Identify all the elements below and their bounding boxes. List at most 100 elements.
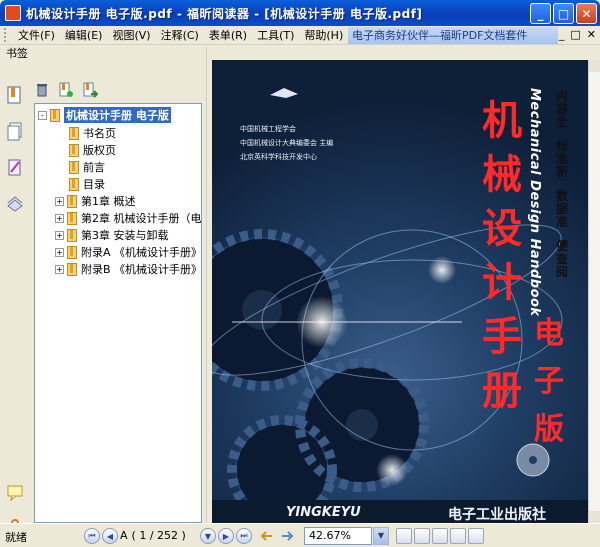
window-title: 机械设计手册 电子版.pdf - 福昕阅读器 - [机械设计手册 电子版.pdf… (26, 6, 423, 21)
document-header (212, 46, 600, 60)
publisher-line: 中国机械工程学会 (240, 125, 296, 133)
tree-item-label: 前言 (83, 161, 105, 174)
tree-item[interactable]: 目录 (69, 176, 105, 192)
bookmark-icon (67, 211, 77, 225)
tree-item[interactable]: + 附录A 《机械设计手册》 (55, 244, 202, 260)
zoom-in-icon[interactable] (468, 528, 484, 544)
maximize-button[interactable]: □ (553, 3, 574, 24)
tree-item-label: 附录A 《机械设计手册》 (81, 246, 202, 259)
tree-item[interactable]: 前言 (69, 159, 105, 175)
english-title: Mechanical Design Handbook (527, 88, 542, 317)
scroll-down-icon[interactable] (589, 511, 600, 523)
tree-item-label: 版权页 (83, 144, 116, 157)
vertical-scrollbar[interactable] (588, 60, 600, 523)
title-bar: 机械设计手册 电子版.pdf - 福昕阅读器 - [机械设计手册 电子版.pdf… (0, 0, 600, 26)
zoom-dropdown-icon[interactable]: ▼ (373, 527, 389, 545)
zoom-input[interactable]: 42.67% (304, 527, 372, 545)
delete-icon[interactable] (34, 82, 50, 98)
page-dropdown-icon[interactable]: ▼ (200, 528, 216, 544)
tree-item-label: 附录B 《机械设计手册》 (81, 263, 202, 276)
bookmark-icon (69, 177, 79, 191)
bookmark-icon (69, 160, 79, 174)
expand-icon[interactable]: + (55, 213, 64, 223)
tree-item[interactable]: + 第2章 机械设计手册（电 (55, 210, 202, 226)
layers-icon[interactable] (6, 158, 24, 178)
single-page-icon[interactable] (414, 528, 430, 544)
book-cover: 中国机械工程学会 中国机械设计大典编委会 主编 北京英科学科技开发中心 机 械 … (212, 60, 588, 523)
press-name: 电子工业出版社 (448, 507, 546, 523)
tree-item-label: 第3章 安装与卸载 (81, 229, 169, 242)
side-toolbar (0, 82, 30, 535)
subtitle-3: 数据准 (556, 189, 569, 229)
menu-help[interactable]: 帮助(H) (299, 27, 348, 43)
bookmark-icon (67, 245, 77, 259)
tree-item[interactable]: + 第3章 安装与卸载 (55, 227, 169, 243)
menu-form[interactable]: 表单(R) (204, 27, 252, 43)
forward-icon[interactable] (280, 529, 294, 543)
document-view[interactable]: 中国机械工程学会 中国机械设计大典编委会 主编 北京英科学科技开发中心 机 械 … (212, 60, 588, 523)
toolbar-grip-icon[interactable] (4, 28, 10, 42)
tree-item[interactable]: + 第1章 概述 (55, 193, 136, 209)
tree-item[interactable]: 版权页 (69, 142, 116, 158)
scroll-up-icon[interactable] (589, 60, 600, 72)
brand-logo: YINGKEYU (286, 505, 361, 520)
tree-item-label: 第2章 机械设计手册（电 (81, 212, 202, 225)
menu-tools[interactable]: 工具(T) (252, 27, 299, 43)
bookmark-icon (67, 262, 77, 276)
zoom-out-icon[interactable] (396, 528, 412, 544)
tree-item[interactable]: + 附录B 《机械设计手册》 (55, 261, 202, 277)
bookmark-icon (67, 194, 77, 208)
menu-edit[interactable]: 编辑(E) (60, 27, 108, 43)
attachments-icon[interactable] (6, 194, 24, 214)
page-indicator[interactable]: A ( 1 / 252 ) (120, 528, 200, 544)
tree-item[interactable]: 书名页 (69, 125, 116, 141)
bookmarks-icon[interactable] (6, 86, 24, 106)
menu-bar: 文件(F) 编辑(E) 视图(V) 注释(C) 表单(R) 工具(T) 帮助(H… (0, 26, 600, 45)
back-icon[interactable] (260, 529, 274, 543)
bookmark-icon (67, 228, 77, 242)
expand-icon[interactable]: + (55, 264, 64, 274)
comments-icon[interactable] (6, 482, 24, 502)
page-label: A (120, 529, 128, 542)
tree-item-label: 机械设计手册 电子版 (64, 107, 171, 123)
page-number: ( 1 / 252 ) (131, 529, 186, 542)
bookmarks-panel: 书签 - 机械设计手册 电子版 书名页 版权页 前言 目录 + 第1章 概述 +… (0, 46, 206, 535)
publisher-line: 中国机械设计大典编委会 主编 (240, 139, 334, 147)
expand-icon[interactable]: + (55, 230, 64, 240)
menu-comment[interactable]: 注释(C) (156, 27, 204, 43)
subtitle-2: 标准新 (556, 139, 569, 179)
facing-icon[interactable] (450, 528, 466, 544)
collapse-icon[interactable]: - (38, 110, 47, 120)
prev-page-icon[interactable]: ◀ (102, 528, 118, 544)
app-icon (5, 5, 21, 21)
doc-minimize-button[interactable]: _ (559, 28, 565, 41)
bookmark-tree: - 机械设计手册 电子版 书名页 版权页 前言 目录 + 第1章 概述 + 第2… (34, 103, 202, 523)
doc-restore-button[interactable]: □ (570, 28, 580, 41)
cover-title: 机 械 设 计 手 册 (482, 97, 522, 414)
close-button[interactable]: ✕ (576, 3, 597, 24)
bookmark-go-icon[interactable] (82, 82, 98, 98)
promo-banner[interactable]: 电子商务好伙伴—福昕PDF文档套件 (348, 27, 558, 44)
expand-icon[interactable]: + (55, 196, 64, 206)
publisher-line: 北京英科学科技开发中心 (240, 153, 317, 161)
subtitle-1: 内容全 (556, 89, 569, 129)
tree-item-root[interactable]: - 机械设计手册 电子版 (38, 107, 171, 123)
panel-title: 书签 (6, 47, 28, 60)
bookmark-icon (69, 126, 79, 140)
status-bar: 就绪 ⏮ ◀ A ( 1 / 252 ) ▼ ▶ ⏭ 42.67% ▼ (0, 523, 600, 547)
menu-view[interactable]: 视图(V) (107, 27, 155, 43)
doc-close-button[interactable]: ✕ (587, 28, 596, 41)
minimize-button[interactable]: _ (530, 3, 551, 24)
edition-label: 电子版 (534, 316, 564, 447)
first-page-icon[interactable]: ⏮ (84, 528, 100, 544)
next-page-icon[interactable]: ▶ (218, 528, 234, 544)
tree-item-label: 目录 (83, 178, 105, 191)
continuous-icon[interactable] (432, 528, 448, 544)
expand-icon[interactable]: + (55, 247, 64, 257)
last-page-icon[interactable]: ⏭ (236, 528, 252, 544)
pages-icon[interactable] (6, 122, 24, 142)
bookmark-add-icon[interactable] (58, 82, 74, 98)
bookmark-icon (50, 108, 60, 122)
menu-file[interactable]: 文件(F) (13, 27, 60, 43)
bookmark-icon (69, 143, 79, 157)
